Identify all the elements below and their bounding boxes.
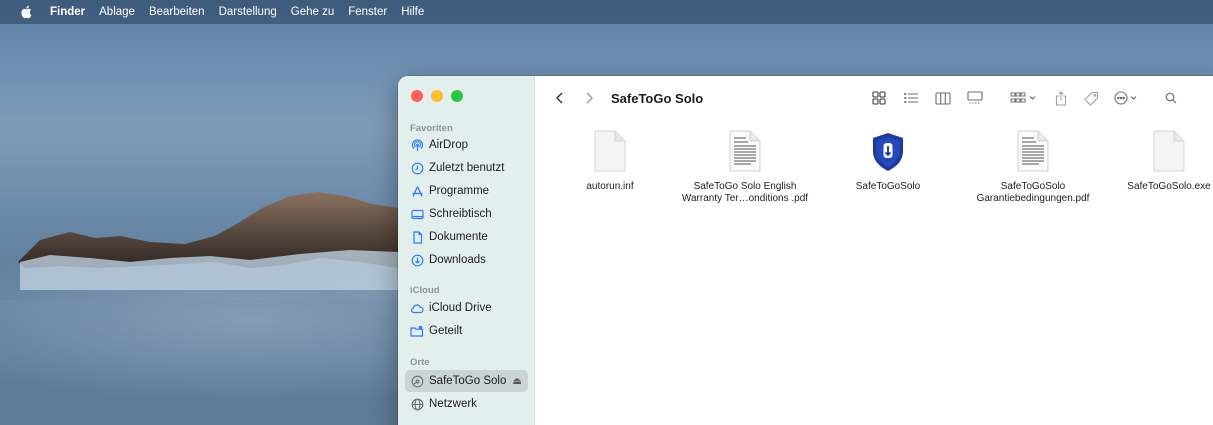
sidebar-item-icloud-drive[interactable]: iCloud Drive (405, 297, 528, 319)
menu-bearbeiten[interactable]: Bearbeiten (149, 6, 205, 18)
apple-logo-icon[interactable] (20, 5, 38, 19)
shared-folder-icon (410, 324, 424, 338)
pdf-document-icon (1017, 128, 1049, 172)
forward-icon[interactable] (581, 91, 597, 105)
menu-darstellung[interactable]: Darstellung (219, 6, 277, 18)
file-name-line-2: Warranty Ter…onditions .pdf (681, 193, 809, 204)
group-icon[interactable] (1007, 92, 1041, 104)
download-icon (410, 253, 424, 267)
app-shield-icon (871, 128, 905, 172)
section-title-icloud: iCloud (410, 285, 440, 296)
file-name: SafeToGoSolo Garantiebedingungen.pdf (977, 181, 1090, 205)
file-name: SafeToGoSolo (855, 181, 921, 192)
sidebar-item-label: SafeToGo Solo (429, 375, 507, 387)
sidebar-item-label: Geteilt (429, 325, 463, 337)
more-icon[interactable] (1113, 91, 1141, 105)
sidebar-item-dokumente[interactable]: Dokumente (405, 226, 528, 248)
section-title-orte: Orte (410, 357, 430, 368)
network-icon (410, 397, 424, 411)
file-name: SafeToGo Solo English Warranty Ter…ondit… (682, 181, 808, 205)
sidebar-item-airdrop[interactable]: AirDrop (405, 134, 528, 156)
file-item-safetogosolo-exe[interactable]: SafeToGoSolo.exe (1099, 128, 1213, 193)
file-name-line-2: Garantiebedingungen.pdf (976, 193, 1090, 204)
drive-icon (410, 374, 424, 388)
file-item-garantiebedingungen-pdf[interactable]: SafeToGoSolo Garantiebedingungen.pdf (953, 128, 1113, 205)
blank-document-icon (1153, 128, 1185, 172)
sidebar-item-label: Netzwerk (429, 398, 477, 410)
menu-fenster[interactable]: Fenster (348, 6, 387, 18)
finder-window: Favoriten AirDrop Zuletzt benutzt Progra… (398, 76, 1213, 425)
document-icon (410, 230, 424, 244)
search-icon[interactable] (1163, 92, 1179, 104)
menu-hilfe[interactable]: Hilfe (401, 6, 424, 18)
list-view-icon[interactable] (899, 92, 923, 104)
clock-icon (410, 161, 424, 175)
file-name-line-1: SafeToGoSolo (1000, 181, 1066, 192)
file-item-autorun-inf[interactable]: autorun.inf (540, 128, 680, 193)
sidebar-item-downloads[interactable]: Downloads (405, 249, 528, 271)
file-item-safetogosolo-app[interactable]: SafeToGoSolo (818, 128, 958, 193)
file-name-line-1: SafeToGo Solo English (693, 181, 797, 192)
sidebar-item-safetogo-solo[interactable]: SafeToGo Solo ⏏ (405, 370, 528, 392)
tag-icon[interactable] (1079, 91, 1103, 106)
file-name: SafeToGoSolo.exe (1127, 181, 1211, 192)
applications-icon (410, 184, 424, 198)
icon-view-icon[interactable] (867, 91, 891, 105)
blank-document-icon (594, 128, 626, 172)
pdf-document-icon (729, 128, 761, 172)
menu-bar: Finder Ablage Bearbeiten Darstellung Geh… (0, 0, 1213, 24)
eject-icon[interactable]: ⏏ (512, 376, 521, 387)
menu-finder[interactable]: Finder (50, 6, 85, 18)
sidebar: Favoriten AirDrop Zuletzt benutzt Progra… (398, 76, 535, 425)
toolbar: SafeToGo Solo (535, 76, 1213, 120)
sidebar-item-netzwerk[interactable]: Netzwerk (405, 393, 528, 415)
column-view-icon[interactable] (931, 91, 955, 105)
minimize-button[interactable] (431, 90, 443, 102)
sidebar-item-zuletzt-benutzt[interactable]: Zuletzt benutzt (405, 157, 528, 179)
gallery-view-icon[interactable] (963, 91, 987, 105)
close-button[interactable] (411, 90, 423, 102)
traffic-lights (411, 90, 463, 102)
zoom-button[interactable] (451, 90, 463, 102)
menu-gehe-zu[interactable]: Gehe zu (291, 6, 334, 18)
sidebar-item-label: iCloud Drive (429, 302, 492, 314)
desktop-icon (410, 207, 424, 221)
file-item-warranty-english-pdf[interactable]: SafeToGo Solo English Warranty Ter…ondit… (675, 128, 815, 205)
sidebar-item-geteilt[interactable]: Geteilt (405, 320, 528, 342)
sidebar-item-programme[interactable]: Programme (405, 180, 528, 202)
sidebar-item-schreibtisch[interactable]: Schreibtisch (405, 203, 528, 225)
section-title-favoriten: Favoriten (410, 123, 453, 134)
sidebar-item-label: Dokumente (429, 231, 488, 243)
cloud-icon (410, 301, 424, 315)
back-icon[interactable] (551, 91, 567, 105)
sidebar-item-label: Programme (429, 185, 490, 197)
share-icon[interactable] (1049, 90, 1073, 106)
menu-ablage[interactable]: Ablage (99, 6, 135, 18)
file-area: autorun.inf SafeToGo Solo English Warran… (535, 120, 1213, 425)
airdrop-icon (410, 138, 424, 152)
file-name: autorun.inf (586, 181, 634, 192)
sidebar-item-label: Zuletzt benutzt (429, 162, 505, 174)
sidebar-item-label: Schreibtisch (429, 208, 492, 220)
sidebar-item-label: AirDrop (429, 139, 468, 151)
sidebar-item-label: Downloads (429, 254, 486, 266)
window-title: SafeToGo Solo (611, 90, 704, 106)
